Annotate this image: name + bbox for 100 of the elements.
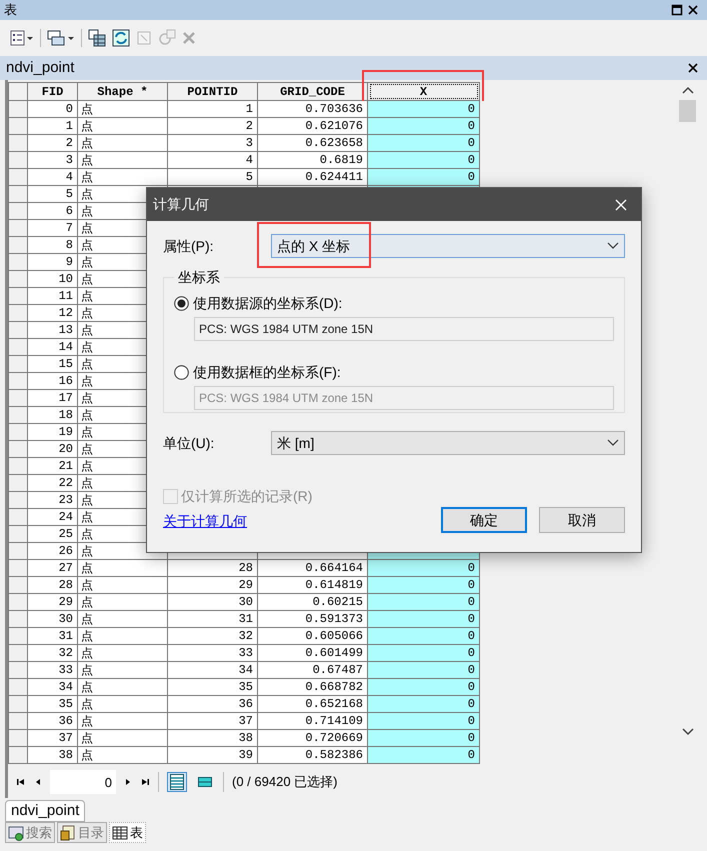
cancel-button[interactable]: 取消 <box>539 507 625 533</box>
dock-tab[interactable]: 目录 <box>57 822 107 843</box>
related-tables-icon[interactable] <box>47 29 75 47</box>
scroll-down-icon[interactable] <box>682 728 694 736</box>
row-selector[interactable] <box>8 220 28 237</box>
row-selector[interactable] <box>8 560 28 577</box>
table-cell: 0.582386 <box>258 747 368 764</box>
row-selector[interactable] <box>8 135 28 152</box>
previous-record-icon[interactable] <box>34 777 42 787</box>
table-cell: 4 <box>168 152 258 169</box>
table-cell: 8 <box>28 237 78 254</box>
option-label[interactable]: 使用数据框的坐标系(F): <box>193 362 341 382</box>
row-selector[interactable] <box>8 611 28 628</box>
row-selector[interactable] <box>8 254 28 271</box>
table-cell: 0.601499 <box>258 645 368 662</box>
row-selector[interactable] <box>8 390 28 407</box>
next-record-icon[interactable] <box>124 777 132 787</box>
row-selector[interactable] <box>8 339 28 356</box>
row-selector[interactable] <box>8 305 28 322</box>
table-cell: 0.703636 <box>258 101 368 118</box>
row-selector[interactable] <box>8 509 28 526</box>
table-cell: 0 <box>368 152 480 169</box>
row-selector[interactable] <box>8 407 28 424</box>
row-selector[interactable] <box>8 492 28 509</box>
row-selector[interactable] <box>8 118 28 135</box>
all-records-button[interactable] <box>167 772 187 792</box>
select-by-attributes-icon[interactable] <box>88 29 106 47</box>
row-selector[interactable] <box>8 526 28 543</box>
row-selector[interactable] <box>8 458 28 475</box>
ok-button[interactable]: 确定 <box>441 507 527 533</box>
table-cell: 30 <box>168 594 258 611</box>
row-selector[interactable] <box>8 662 28 679</box>
row-selector[interactable] <box>8 441 28 458</box>
table-icon <box>112 824 128 840</box>
last-record-icon[interactable] <box>140 777 150 787</box>
table-title: ndvi_point <box>6 58 74 78</box>
maximize-icon[interactable] <box>671 4 683 16</box>
record-field[interactable]: 0 <box>50 770 116 794</box>
table-cell: 23 <box>28 492 78 509</box>
property-dropdown[interactable]: 点的 X 坐标 <box>271 234 625 258</box>
close-icon[interactable] <box>688 63 698 73</box>
unit-dropdown[interactable]: 米 [m] <box>271 431 625 455</box>
row-selector[interactable] <box>8 543 28 560</box>
dock-tab[interactable]: 表 <box>109 822 146 843</box>
row-selector[interactable] <box>8 645 28 662</box>
table-cell: 0 <box>368 747 480 764</box>
selection-status: (0 / 69420 已选择) <box>232 773 338 792</box>
row-selector[interactable] <box>8 152 28 169</box>
column-header[interactable]: FID <box>28 82 78 101</box>
radio-button[interactable] <box>174 364 189 380</box>
row-selector[interactable] <box>8 679 28 696</box>
row-selector[interactable] <box>8 169 28 186</box>
option-label[interactable]: 使用数据源的坐标系(D): <box>193 292 342 314</box>
close-icon[interactable] <box>687 4 699 16</box>
table-tab[interactable]: ndvi_point <box>5 800 86 822</box>
row-selector[interactable] <box>8 577 28 594</box>
table-cell: 20 <box>28 441 78 458</box>
table-cell: 1 <box>168 101 258 118</box>
row-selector[interactable] <box>8 475 28 492</box>
column-header[interactable]: X <box>368 82 480 101</box>
scroll-up-icon[interactable] <box>682 86 694 94</box>
window-title: 表 <box>4 1 17 20</box>
row-selector[interactable] <box>8 713 28 730</box>
row-selector[interactable] <box>8 203 28 220</box>
table-cell: 0.652168 <box>258 696 368 713</box>
row-selector[interactable] <box>8 288 28 305</box>
table-cell: 点 <box>78 747 168 764</box>
row-selector[interactable] <box>8 730 28 747</box>
table-cell: 5 <box>28 186 78 203</box>
first-record-icon[interactable] <box>16 777 26 787</box>
coordinate-system-field[interactable]: PCS: WGS 1984 UTM zone 15N <box>194 317 614 341</box>
scrollbar-thumb[interactable] <box>679 100 696 122</box>
table-cell: 0.614819 <box>258 577 368 594</box>
column-header[interactable]: Shape * <box>78 82 168 101</box>
row-selector[interactable] <box>8 271 28 288</box>
column-header[interactable]: POINTID <box>168 82 258 101</box>
table-cell: 1 <box>28 118 78 135</box>
row-selector[interactable] <box>8 628 28 645</box>
table-cell: 36 <box>168 696 258 713</box>
table-cell: 6 <box>28 203 78 220</box>
row-selector[interactable] <box>8 186 28 203</box>
radio-button[interactable] <box>174 296 189 310</box>
row-selector[interactable] <box>8 322 28 339</box>
column-header[interactable]: GRID_CODE <box>258 82 368 101</box>
table-cell: 0 <box>368 577 480 594</box>
switch-selection-icon[interactable] <box>112 29 130 47</box>
row-selector[interactable] <box>8 696 28 713</box>
row-selector[interactable] <box>8 594 28 611</box>
dock-tab[interactable]: 搜索 <box>5 822 55 843</box>
table-cell: 3 <box>28 152 78 169</box>
table-cell: 0.591373 <box>258 611 368 628</box>
row-selector[interactable] <box>8 747 28 764</box>
row-selector[interactable] <box>8 356 28 373</box>
row-selector[interactable] <box>8 424 28 441</box>
row-selector[interactable] <box>8 373 28 390</box>
table-row-icon <box>198 777 212 787</box>
table-cell: 36 <box>28 713 78 730</box>
row-selector[interactable] <box>8 101 28 118</box>
row-selector[interactable] <box>8 237 28 254</box>
table-options-icon[interactable] <box>10 30 34 46</box>
